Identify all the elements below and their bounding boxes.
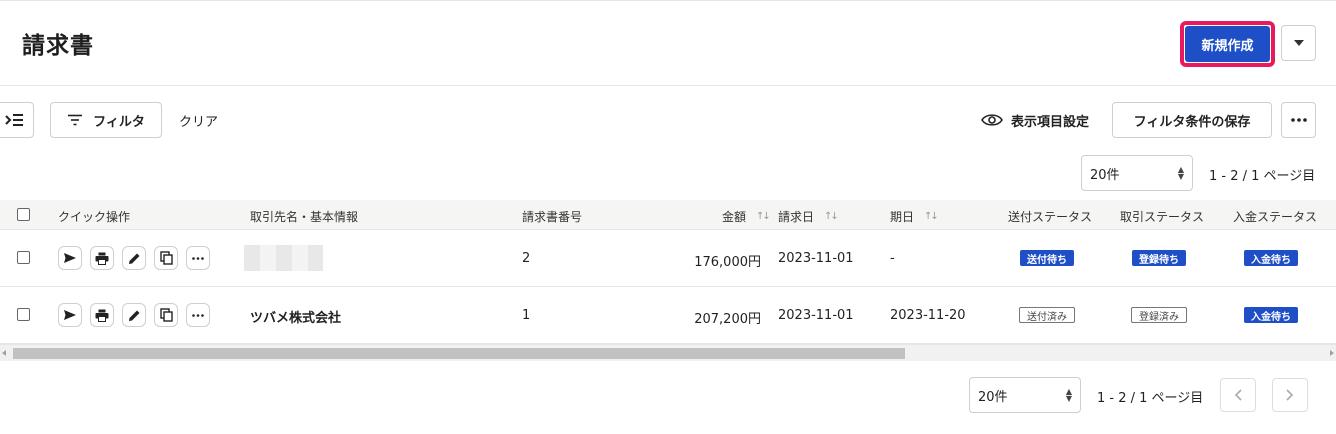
per-page-value: 20件 <box>978 389 1008 405</box>
table-header: クイック操作 取引先名・基本情報 請求書番号 金額 ↑↓ 請求日 ↑↓ 期日 ↑↓ 送… <box>0 200 1336 230</box>
copy-button[interactable] <box>154 303 178 327</box>
invoice-date: 2023-11-01 <box>778 251 854 266</box>
sort-icon[interactable]: ↑↓ <box>824 211 839 222</box>
filter-lines-icon <box>68 114 83 126</box>
payment-status-badge: 入金待ち <box>1244 307 1298 323</box>
more-horizontal-icon <box>192 313 204 317</box>
copy-icon <box>159 251 173 265</box>
per-page-value: 20件 <box>1090 167 1120 183</box>
col-amount[interactable]: 金額 ↑↓ <box>722 208 771 225</box>
create-options-dropdown-button[interactable] <box>1281 25 1316 61</box>
col-send-status-label: 送付ステータス <box>1008 210 1093 224</box>
col-deal-status-label: 取引ステータス <box>1120 210 1205 224</box>
invoice-number: 1 <box>522 308 531 323</box>
printer-icon <box>95 309 109 322</box>
col-partner-label: 取引先名・基本情報 <box>250 210 359 224</box>
col-amount-label: 金額 <box>722 210 747 224</box>
print-button[interactable] <box>90 303 114 327</box>
sort-icon[interactable]: ↑↓ <box>924 211 939 222</box>
printer-icon <box>95 252 109 265</box>
amount: 207,200円 <box>694 312 761 327</box>
chevron-down-icon <box>1293 40 1304 46</box>
scroll-left-arrow-icon[interactable] <box>2 350 6 356</box>
row-checkbox[interactable] <box>17 308 30 321</box>
col-due-date-label: 期日 <box>890 210 915 224</box>
col-invoice-no-label: 請求書番号 <box>522 210 583 224</box>
row-checkbox[interactable] <box>17 251 30 264</box>
col-invoice-date-label: 請求日 <box>778 210 815 224</box>
scroll-right-arrow-icon[interactable] <box>1330 350 1334 356</box>
select-arrows-icon: ▲ ▼ <box>1065 387 1072 403</box>
eye-icon <box>981 114 1003 126</box>
display-settings-label: 表示項目設定 <box>1011 114 1090 130</box>
filter-label: フィルタ <box>93 114 145 130</box>
horizontal-scrollbar[interactable] <box>0 344 1336 361</box>
select-arrows-icon: ▲ ▼ <box>1177 165 1184 181</box>
pencil-icon <box>128 253 139 264</box>
page-info-bottom: 1 - 2 / 1 ページ目 <box>1097 391 1204 406</box>
col-send-status: 送付ステータス <box>1008 208 1092 225</box>
header-divider <box>0 85 1336 86</box>
table-row[interactable]: 2 176,000円 2023-11-01 - 送付待ち 登録待ち 入金待ち <box>0 230 1336 287</box>
send-button[interactable] <box>58 303 82 327</box>
copy-icon <box>159 308 173 322</box>
chevron-left-icon <box>1234 389 1242 401</box>
scrollbar-thumb[interactable] <box>13 348 905 359</box>
sort-icon[interactable]: ↑↓ <box>756 211 771 222</box>
due-date: - <box>890 251 895 266</box>
col-quick-actions-label: クイック操作 <box>58 210 131 224</box>
col-invoice-no: 請求書番号 <box>522 208 582 225</box>
invoice-number: 2 <box>522 251 531 266</box>
create-new-button[interactable]: 新規作成 <box>1185 26 1270 62</box>
send-button[interactable] <box>58 246 82 270</box>
prev-page-button[interactable] <box>1220 378 1256 412</box>
more-horizontal-icon <box>192 256 204 260</box>
send-status-badge: 送付待ち <box>1020 250 1074 266</box>
col-due-date[interactable]: 期日 ↑↓ <box>890 208 939 225</box>
send-icon <box>64 310 76 320</box>
per-page-select-bottom[interactable]: 20件 ▲ ▼ <box>969 377 1081 413</box>
partner-name[interactable]: ツバメ株式会社 <box>250 307 341 326</box>
partner-name-redacted[interactable] <box>244 245 323 271</box>
more-horizontal-icon <box>1290 118 1307 122</box>
payment-status-badge: 入金待ち <box>1244 250 1298 266</box>
row-more-button[interactable] <box>186 246 210 270</box>
print-button[interactable] <box>90 246 114 270</box>
deal-status-badge: 登録待ち <box>1132 250 1186 266</box>
col-partner: 取引先名・基本情報 <box>250 208 358 225</box>
side-menu-toggle-button[interactable] <box>0 102 34 138</box>
col-payment-status: 入金ステータス <box>1233 208 1317 225</box>
per-page-select-top[interactable]: 20件 ▲ ▼ <box>1081 155 1193 191</box>
next-page-button[interactable] <box>1272 378 1308 412</box>
col-payment-status-label: 入金ステータス <box>1233 210 1318 224</box>
col-quick-actions: クイック操作 <box>58 208 130 225</box>
send-status-badge: 送付済み <box>1019 307 1075 323</box>
row-more-button[interactable] <box>186 303 210 327</box>
due-date: 2023-11-20 <box>890 308 966 323</box>
display-settings-button[interactable]: 表示項目設定 <box>981 102 1089 138</box>
copy-button[interactable] <box>154 246 178 270</box>
edit-button[interactable] <box>122 303 146 327</box>
save-filter-button[interactable]: フィルタ条件の保存 <box>1112 102 1272 138</box>
chevron-right-icon <box>1286 389 1294 401</box>
menu-indent-icon <box>5 114 23 126</box>
select-all-checkbox[interactable] <box>17 208 30 221</box>
edit-button[interactable] <box>122 246 146 270</box>
table-row[interactable]: ツバメ株式会社 1 207,200円 2023-11-01 2023-11-20… <box>0 287 1336 344</box>
invoice-date: 2023-11-01 <box>778 308 854 323</box>
clear-filter-link[interactable]: クリア <box>179 111 218 130</box>
more-options-button[interactable] <box>1281 102 1316 138</box>
col-invoice-date[interactable]: 請求日 ↑↓ <box>778 208 839 225</box>
col-deal-status: 取引ステータス <box>1120 208 1204 225</box>
top-border <box>0 0 1336 1</box>
page-info-top: 1 - 2 / 1 ページ目 <box>1209 169 1316 184</box>
deal-status-badge: 登録済み <box>1131 307 1187 323</box>
filter-button[interactable]: フィルタ <box>50 102 162 138</box>
pencil-icon <box>128 310 139 321</box>
send-icon <box>64 253 76 263</box>
amount: 176,000円 <box>694 255 761 270</box>
page-title: 請求書 <box>22 33 94 59</box>
